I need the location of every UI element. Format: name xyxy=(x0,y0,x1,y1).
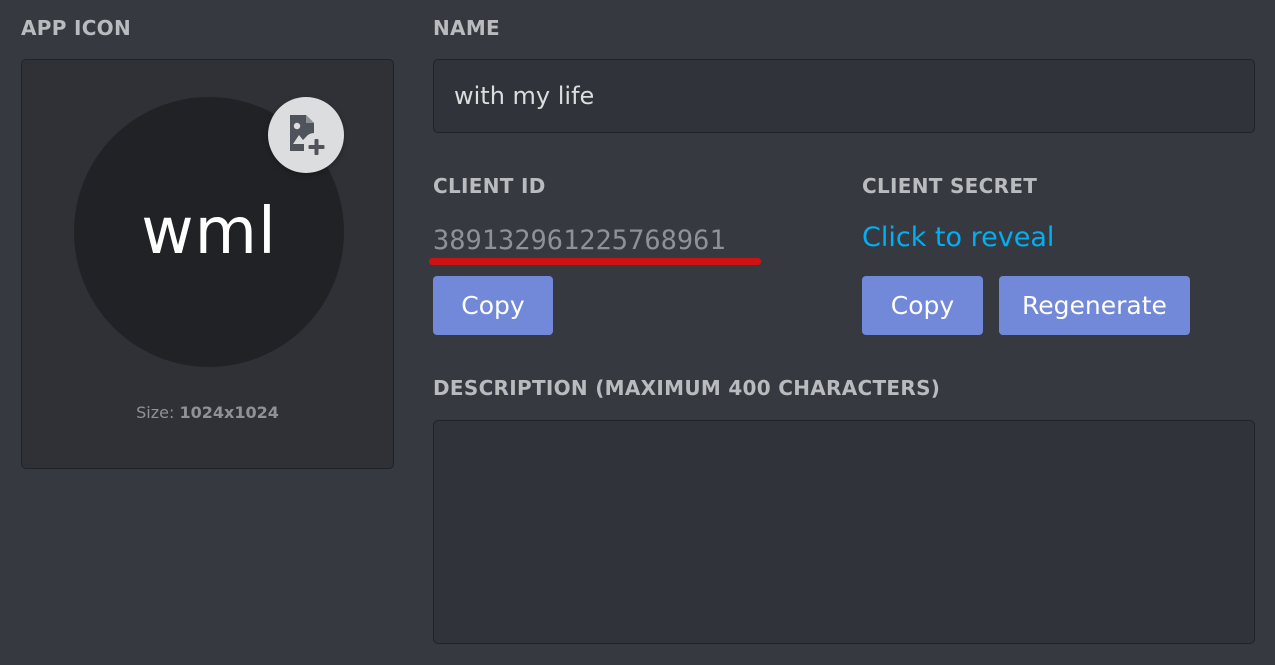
client-id-value[interactable]: 389132961225768961 xyxy=(433,225,726,256)
size-value: 1024x1024 xyxy=(179,403,279,422)
app-icon-panel: wml Size: 1024x1024 xyxy=(21,59,394,469)
size-label: Size: xyxy=(136,403,175,422)
description-label: DESCRIPTION (MAXIMUM 400 CHARACTERS) xyxy=(433,376,941,400)
icon-size-info: Size: 1024x1024 xyxy=(22,403,393,422)
name-label: NAME xyxy=(433,16,500,40)
image-plus-icon[interactable] xyxy=(268,97,344,173)
name-input[interactable] xyxy=(433,59,1255,133)
red-underline-annotation xyxy=(429,258,761,265)
avatar-initials: wml xyxy=(141,195,277,269)
copy-client-id-button[interactable]: Copy xyxy=(433,276,553,335)
regenerate-secret-button[interactable]: Regenerate xyxy=(999,276,1190,335)
description-textarea[interactable] xyxy=(433,420,1255,644)
client-secret-label: CLIENT SECRET xyxy=(862,174,1038,198)
copy-client-secret-button[interactable]: Copy xyxy=(862,276,983,335)
reveal-secret-link[interactable]: Click to reveal xyxy=(862,222,1054,253)
app-icon-label: APP ICON xyxy=(21,16,132,40)
image-plus-glyph xyxy=(290,115,325,155)
client-id-label: CLIENT ID xyxy=(433,174,546,198)
